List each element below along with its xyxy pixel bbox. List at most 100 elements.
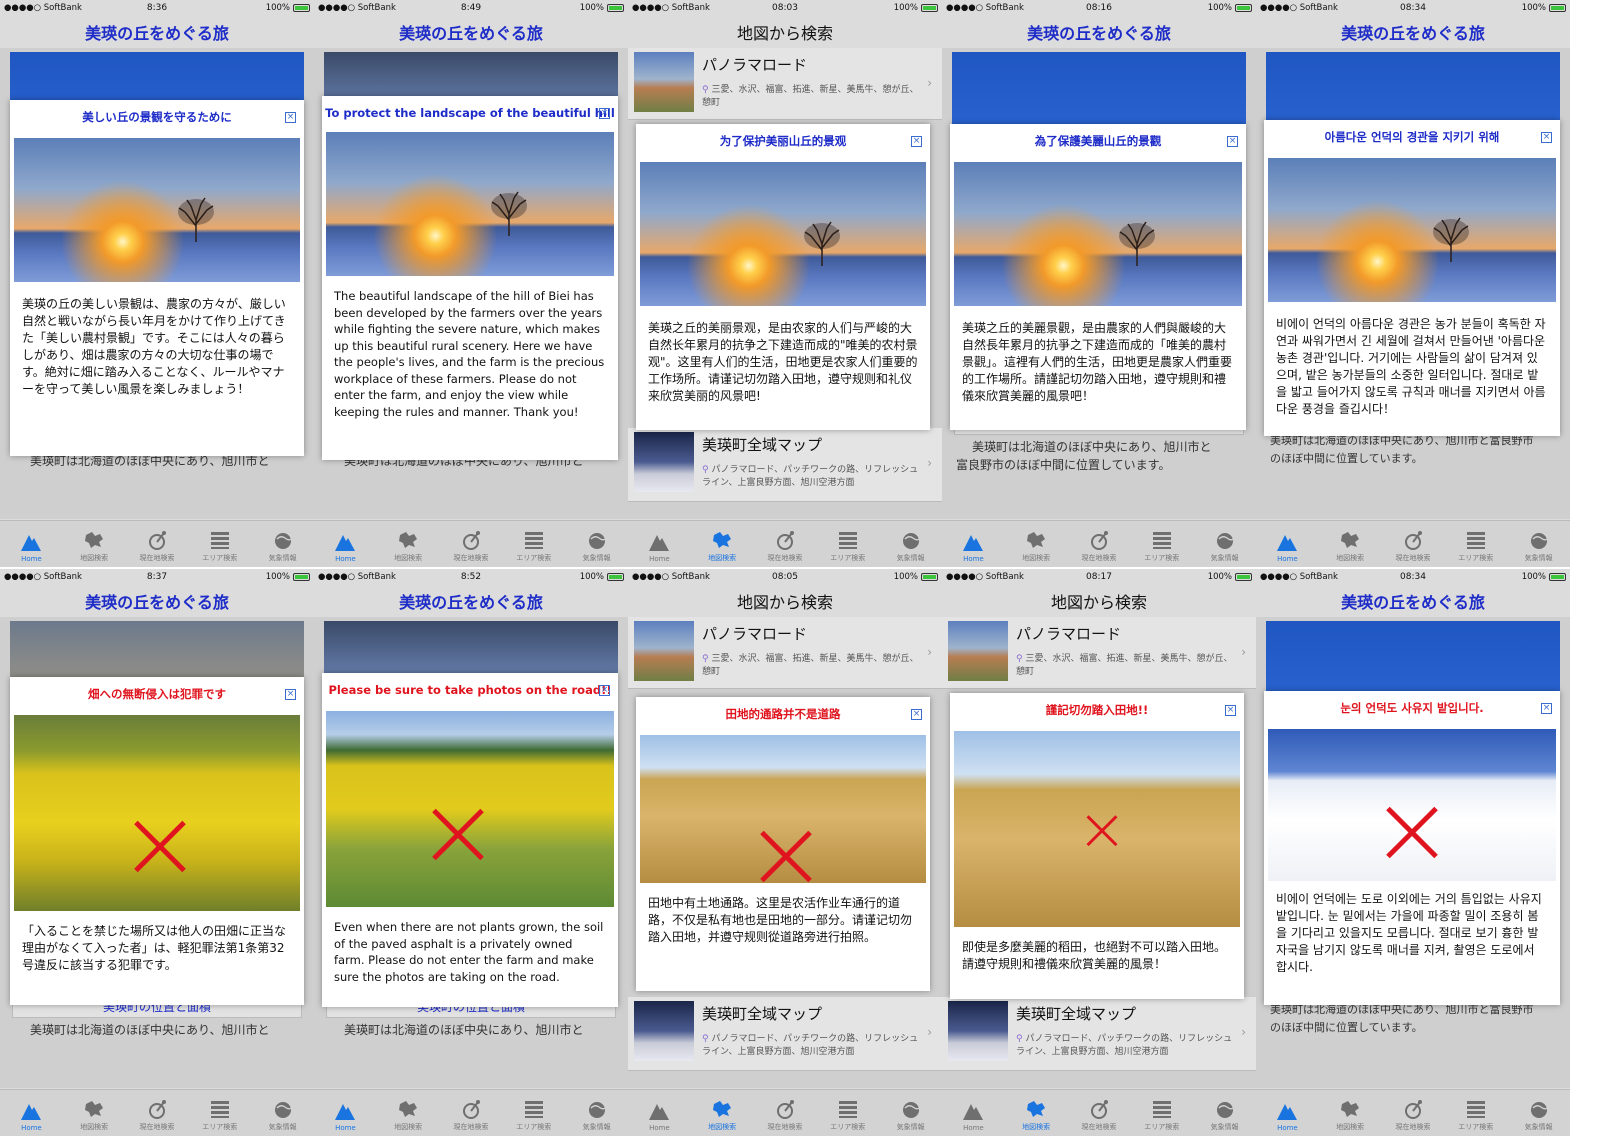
area-list-icon	[1465, 1098, 1487, 1120]
section-text-2: のほぼ中間に位置しています。	[1270, 452, 1423, 465]
tab-biei-hill[interactable]: Home	[0, 521, 63, 567]
biei-hill-icon	[20, 1100, 42, 1122]
tab-location-satellite[interactable]: 現在地検索	[754, 521, 817, 567]
close-icon[interactable]: ×	[599, 108, 610, 119]
tab-hokkaido-map[interactable]: 地図検索	[377, 1090, 440, 1136]
tab-biei-hill[interactable]: Home	[1256, 521, 1319, 567]
tab-area-list[interactable]: エリア検索	[1130, 1090, 1193, 1136]
tab-hokkaido-map[interactable]: 地図検索	[691, 521, 754, 567]
tab-biei-hill[interactable]: Home	[628, 1090, 691, 1136]
tab-hokkaido-map[interactable]: 地図検索	[1005, 1090, 1068, 1136]
tab-label: エリア検索	[202, 554, 238, 562]
tab-biei-hill[interactable]: Home	[0, 1090, 63, 1136]
tab-label: Home	[21, 555, 42, 563]
tab-location-satellite[interactable]: 現在地検索	[754, 1090, 817, 1136]
map-list-row[interactable]: パノラマロード ⚲ 三愛、水沢、福富、拓進、新星、美馬牛、憩が丘、憩町 ›	[628, 48, 942, 120]
close-icon[interactable]: ×	[911, 136, 922, 147]
tab-weather[interactable]: 気象情報	[879, 521, 942, 567]
close-icon[interactable]: ×	[285, 689, 296, 700]
tab-location-satellite[interactable]: 現在地検索	[1068, 1090, 1131, 1136]
area-list-icon	[1151, 1098, 1173, 1120]
tab-area-list[interactable]: エリア検索	[1130, 521, 1193, 567]
tab-biei-hill[interactable]: Home	[314, 521, 377, 567]
close-icon[interactable]: ×	[1541, 703, 1552, 714]
tab-area-list[interactable]: エリア検索	[188, 521, 251, 567]
map-list-row[interactable]: 美瑛町全域マップ ⚲ パノラマロード、パッチワークの路、リフレッシュライン、上富…	[628, 428, 942, 502]
tab-area-list[interactable]: エリア検索	[502, 521, 565, 567]
tab-weather[interactable]: 気象情報	[1507, 521, 1570, 567]
close-icon[interactable]: ×	[285, 112, 296, 123]
tab-location-satellite[interactable]: 現在地検索	[1382, 1090, 1445, 1136]
map-list-row[interactable]: 美瑛町全域マップ ⚲ パノラマロード、パッチワークの路、リフレッシュライン、上富…	[942, 997, 1256, 1071]
hokkaido-map-icon	[1339, 1098, 1361, 1120]
tab-location-satellite[interactable]: 現在地検索	[126, 521, 189, 567]
tab-location-satellite[interactable]: 現在地検索	[1068, 521, 1131, 567]
tab-biei-hill[interactable]: Home	[628, 521, 691, 567]
tab-area-list[interactable]: エリア検索	[188, 1090, 251, 1136]
popup-body-text: 美瑛之丘的美丽景观，是由农家的人们与严峻的大自然长年累月的抗争之下建造而成的"唯…	[648, 321, 918, 403]
tab-weather[interactable]: 気象情報	[251, 521, 314, 567]
tab-biei-hill[interactable]: Home	[942, 1090, 1005, 1136]
close-icon[interactable]: ×	[599, 685, 610, 696]
close-icon[interactable]: ×	[1541, 132, 1552, 143]
section-text-2: のほぼ中間に位置しています。	[1270, 1021, 1423, 1034]
phone-screen: ●●●●○ SoftBank 8:36 100% 美瑛の丘をめぐる旅 れてきた美…	[0, 0, 314, 567]
biei-hill-icon	[648, 531, 670, 553]
popup-photo	[954, 731, 1240, 927]
biei-hill-icon	[1276, 531, 1298, 553]
notice-popup: 田地的通路并不是道路 × 田地中有土地通路。这里是农活作业车通行的道路，不仅是私…	[636, 697, 930, 991]
phone-screen: ●●●●○ SoftBank 08:34 100% 美瑛の丘をめぐる旅 れてきた…	[1256, 569, 1570, 1136]
status-bar: ●●●●○ SoftBank 08:34 100%	[1256, 0, 1570, 15]
tab-weather[interactable]: 気象情報	[251, 1090, 314, 1136]
map-list-row[interactable]: パノラマロード ⚲ 三愛、水沢、福富、拓進、新星、美馬牛、憩が丘、憩町 ›	[628, 617, 942, 689]
tab-area-list[interactable]: エリア検索	[502, 1090, 565, 1136]
tab-weather[interactable]: 気象情報	[565, 521, 628, 567]
tab-location-satellite[interactable]: 現在地検索	[440, 1090, 503, 1136]
tab-label: Home	[1277, 1124, 1298, 1132]
tab-location-satellite[interactable]: 現在地検索	[126, 1090, 189, 1136]
tab-location-satellite[interactable]: 現在地検索	[1382, 521, 1445, 567]
tab-weather[interactable]: 気象情報	[879, 1090, 942, 1136]
tab-hokkaido-map[interactable]: 地図検索	[1005, 521, 1068, 567]
location-satellite-icon	[774, 529, 796, 551]
map-list-row[interactable]: パノラマロード ⚲ 三愛、水沢、福富、拓進、新星、美馬牛、憩が丘、憩町 ›	[942, 617, 1256, 689]
tab-label: エリア検索	[1144, 554, 1180, 562]
area-list-icon	[1465, 529, 1487, 551]
nav-title: 美瑛の丘をめぐる旅	[85, 592, 229, 612]
battery-icon	[607, 572, 624, 581]
tab-hokkaido-map[interactable]: 地図検索	[377, 521, 440, 567]
tab-biei-hill[interactable]: Home	[1256, 1090, 1319, 1136]
map-list-row[interactable]: 美瑛町全域マップ ⚲ パノラマロード、パッチワークの路、リフレッシュライン、上富…	[628, 997, 942, 1071]
tab-weather[interactable]: 気象情報	[565, 1090, 628, 1136]
tab-hokkaido-map[interactable]: 地図検索	[1319, 1090, 1382, 1136]
tab-hokkaido-map[interactable]: 地図検索	[691, 1090, 754, 1136]
tab-area-list[interactable]: エリア検索	[1444, 521, 1507, 567]
close-icon[interactable]: ×	[1227, 136, 1238, 147]
area-list-icon	[523, 1098, 545, 1120]
section-text-2: 富良野市のほぼ中間に位置しています。	[956, 458, 1171, 472]
biei-hill-icon	[334, 1100, 356, 1122]
chevron-right-icon: ›	[927, 645, 932, 659]
tab-hokkaido-map[interactable]: 地図検索	[63, 1090, 126, 1136]
tab-area-list[interactable]: エリア検索	[816, 1090, 879, 1136]
prohibited-x-mark	[132, 819, 188, 875]
popup-title: 田地的通路并不是道路	[725, 707, 841, 721]
status-bar: ●●●●○ SoftBank 08:03 100%	[628, 0, 942, 15]
tab-hokkaido-map[interactable]: 地図検索	[63, 521, 126, 567]
notice-popup: 為了保護美麗山丘的景觀 × 美瑛之丘的美麗景觀，是由農家的人們與嚴峻的大自然長年…	[950, 124, 1246, 430]
tab-weather[interactable]: 気象情報	[1507, 1090, 1570, 1136]
tab-label: 現在地検索	[1395, 554, 1431, 562]
close-icon[interactable]: ×	[1225, 705, 1236, 716]
tab-location-satellite[interactable]: 現在地検索	[440, 521, 503, 567]
tab-weather[interactable]: 気象情報	[1193, 1090, 1256, 1136]
close-icon[interactable]: ×	[911, 709, 922, 720]
tab-area-list[interactable]: エリア検索	[1444, 1090, 1507, 1136]
tab-weather[interactable]: 気象情報	[1193, 521, 1256, 567]
tab-hokkaido-map[interactable]: 地図検索	[1319, 521, 1382, 567]
tab-biei-hill[interactable]: Home	[942, 521, 1005, 567]
tab-bar: Home 地図検索 現在地検索 エリア検索 気象情報	[628, 1089, 942, 1136]
location-satellite-icon	[774, 1098, 796, 1120]
tab-area-list[interactable]: エリア検索	[816, 521, 879, 567]
map-item-desc: ⚲ パノラマロード、パッチワークの路、リフレッシュライン、上富良野方面、旭川空港…	[1016, 1034, 1233, 1057]
tab-biei-hill[interactable]: Home	[314, 1090, 377, 1136]
